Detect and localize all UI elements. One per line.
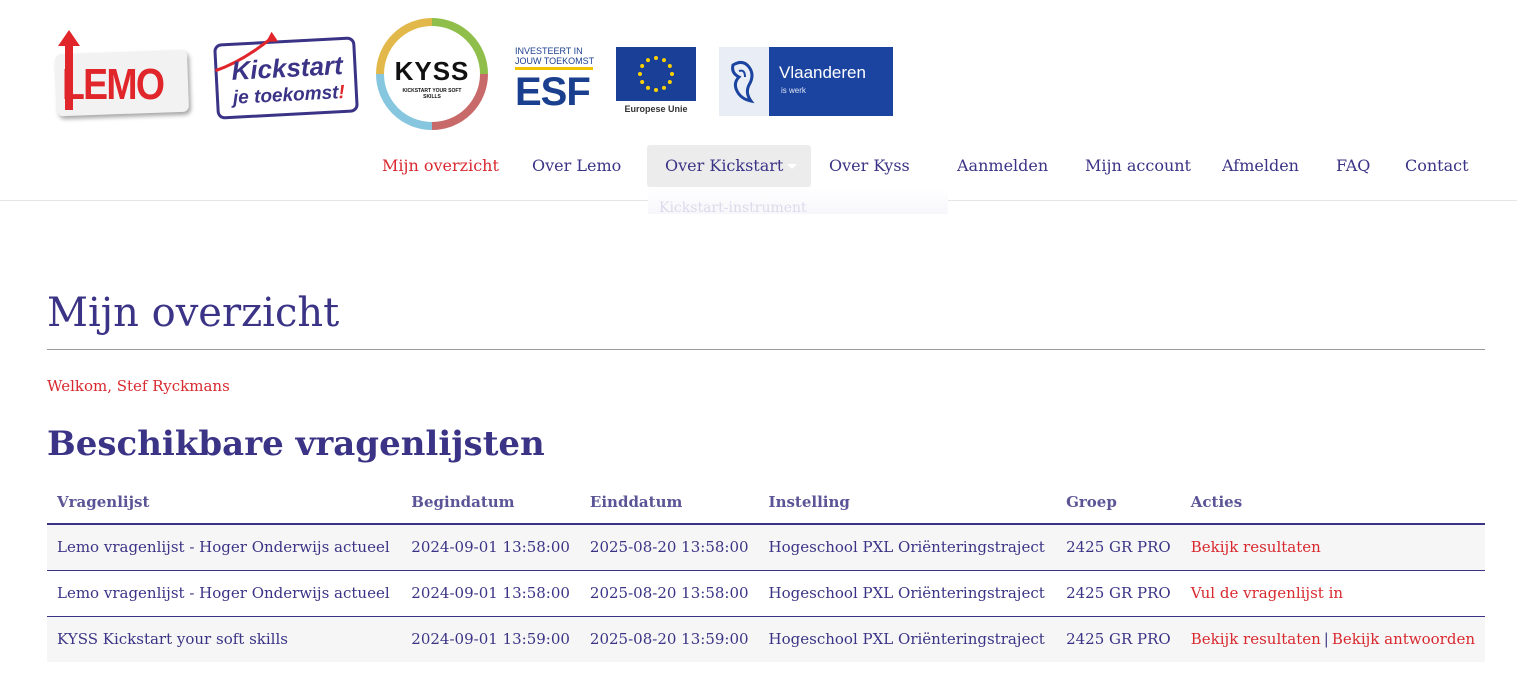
main-nav: Mijn overzicht Over Lemo Over Kickstart … [0,145,1517,187]
table-header-row: Vragenlijst Begindatum Einddatum Instell… [47,480,1485,525]
eu-star-icon [638,72,642,76]
nav-contact[interactable]: Contact [1405,145,1469,187]
cell-begindatum: 2024-09-01 13:58:00 [401,524,580,571]
site-header: LEMO Kickstart je toekomst! KYSS KICKSTA… [0,0,1517,201]
section-title: Beschikbare vragenlijsten [47,424,545,464]
cell-einddatum: 2025-08-20 13:58:00 [579,524,759,571]
cell-instelling: Hogeschool PXL Oriënteringstraject [758,616,1057,662]
eu-star-icon [640,64,645,68]
nav-over-lemo[interactable]: Over Lemo [532,145,621,187]
cell-einddatum: 2025-08-20 13:58:00 [579,570,759,617]
esf-logo-line1: INVESTEERT IN [515,46,583,56]
lemo-logo[interactable]: LEMO [52,30,192,118]
eu-star-icon [662,58,666,63]
vlaanderen-logo[interactable]: Vlaanderen is werk [719,47,893,116]
page-title: Mijn overzicht [47,290,340,336]
cell-instelling: Hogeschool PXL Oriënteringstraject [758,524,1057,571]
nav-aanmelden[interactable]: Aanmelden [957,145,1048,187]
bekijk-antwoorden-link[interactable]: Bekijk antwoorden [1332,630,1475,648]
cell-vragenlijst: Lemo vragenlijst - Hoger Onderwijs actue… [47,524,402,571]
dropdown-item-kickstart-instrument[interactable]: Kickstart-instrument [659,200,807,214]
cell-begindatum: 2024-09-01 13:58:00 [401,570,580,617]
eu-star-icon [654,56,658,60]
eu-star-icon [667,64,672,68]
col-header-acties: Acties [1180,480,1485,525]
logo-bar: LEMO Kickstart je toekomst! KYSS KICKSTA… [0,0,1517,140]
welcome-message: Welkom, Stef Ryckmans [47,377,230,395]
cell-vragenlijst: KYSS Kickstart your soft skills [47,616,402,662]
eu-star-icon [670,72,674,76]
bekijk-resultaten-link[interactable]: Bekijk resultaten [1191,630,1321,648]
vul-vragenlijst-in-link[interactable]: Vul de vragenlijst in [1191,584,1343,602]
nav-over-kyss[interactable]: Over Kyss [829,145,910,187]
kyss-logo[interactable]: KYSS KICKSTART YOUR SOFT SKILLS [374,16,490,132]
kickstart-logo-line1: Kickstart [230,50,344,86]
nav-mijn-account[interactable]: Mijn account [1085,145,1191,187]
eu-star-icon [654,88,658,92]
esf-logo-line2: JOUW TOEKOMST [515,56,595,66]
col-header-groep[interactable]: Groep [1056,480,1181,525]
table-row: Lemo vragenlijst - Hoger Onderwijs actue… [47,570,1485,617]
bekijk-resultaten-link[interactable]: Bekijk resultaten [1191,538,1321,556]
cell-begindatum: 2024-09-01 13:59:00 [401,616,580,662]
nav-mijn-overzicht[interactable]: Mijn overzicht [382,145,499,187]
cell-groep: 2425 GR PRO [1056,524,1181,571]
eu-star-icon [646,85,650,90]
nav-faq[interactable]: FAQ [1336,145,1370,187]
nav-over-kickstart-label: Over Kickstart [665,156,784,175]
kickstart-logo-exclamation: ! [337,81,346,104]
kyss-logo-title: KYSS [394,56,470,86]
col-header-einddatum[interactable]: Einddatum [579,480,759,525]
eu-logo-label: Europese Unie [624,104,688,114]
table-row: Lemo vragenlijst - Hoger Onderwijs actue… [47,524,1485,571]
caret-down-icon [787,164,798,169]
kyss-logo-subtitle: KICKSTART YOUR SOFT SKILLS [402,88,462,100]
eu-star-icon [640,80,645,84]
esf-logo[interactable]: INVESTEERT IN JOUW TOEKOMST ESF [515,46,599,118]
cell-acties: Bekijk resultaten [1180,524,1485,571]
cell-vragenlijst: Lemo vragenlijst - Hoger Onderwijs actue… [47,570,402,617]
vlaanderen-logo-text: Vlaanderen [779,63,866,82]
action-separator: | [1323,630,1329,649]
col-header-instelling[interactable]: Instelling [758,480,1057,525]
esf-logo-text: ESF [515,70,591,114]
cell-groep: 2425 GR PRO [1056,616,1181,662]
flemish-lion-icon [719,47,769,116]
nav-afmelden[interactable]: Afmelden [1222,145,1299,187]
cell-acties: Vul de vragenlijst in [1180,570,1485,617]
kickstart-dropdown-menu: Kickstart-instrument [648,188,948,214]
lemo-logo-text: LEMO [62,60,165,109]
questionnaires-table: Vragenlijst Begindatum Einddatum Instell… [47,480,1485,662]
cell-acties: Bekijk resultaten | Bekijk antwoorden [1180,616,1485,662]
col-header-vragenlijst[interactable]: Vragenlijst [47,480,402,525]
cell-einddatum: 2025-08-20 13:59:00 [579,616,759,662]
kickstart-logo[interactable]: Kickstart je toekomst! [213,31,359,120]
eu-star-icon [662,85,666,90]
kickstart-logo-line2: je toekomst! [232,82,345,110]
vlaanderen-logo-subtitle: is werk [781,86,806,95]
eu-logo[interactable]: Europese Unie [616,47,696,117]
eu-star-icon [667,80,672,84]
col-header-begindatum[interactable]: Begindatum [401,480,580,525]
kickstart-logo-line2-text: je toekomst [232,82,339,109]
table-row: KYSS Kickstart your soft skills 2024-09-… [47,616,1485,662]
nav-over-kickstart[interactable]: Over Kickstart [647,145,811,187]
cell-instelling: Hogeschool PXL Oriënteringstraject [758,570,1057,617]
cell-groep: 2425 GR PRO [1056,570,1181,617]
eu-star-icon [646,58,650,63]
eu-flag-icon [616,47,696,101]
title-divider [47,349,1485,350]
